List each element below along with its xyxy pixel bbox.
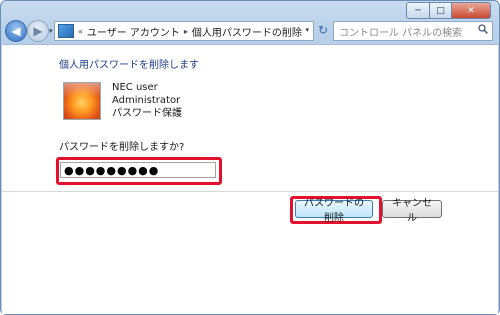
close-button[interactable]: ✕ [452, 2, 491, 19]
search-box[interactable]: コントロール パネルの検索 [333, 21, 493, 41]
caption-buttons: ─ □ ✕ [406, 2, 491, 19]
user-name: NEC user [112, 82, 158, 93]
breadcrumb-user-accounts[interactable]: ユーザー アカウント [87, 24, 180, 39]
page-title: 個人用パスワードを削除します [59, 60, 199, 71]
user-password-status: パスワード保護 [112, 108, 182, 119]
breadcrumb-remove-password[interactable]: 個人用パスワードの削除 [192, 24, 302, 39]
user-avatar [63, 82, 101, 120]
control-panel-window: ─ □ ✕ ◀ ▶ ▾ « ユーザー アカウント ▸ 個人用パスワードの削除 ▾… [0, 0, 500, 315]
forward-button[interactable]: ▶ [27, 20, 49, 42]
search-icon[interactable] [478, 24, 488, 34]
main-content: 個人用パスワードを削除します NEC user Administrator パス… [2, 44, 498, 314]
divider [2, 191, 498, 192]
title-bar: ─ □ ✕ [1, 1, 499, 21]
refresh-button[interactable]: ↻ [315, 22, 331, 38]
minimize-button[interactable]: ─ [406, 2, 430, 19]
recent-pages-dropdown-icon[interactable]: ▾ [49, 27, 53, 35]
back-arrow-icon: ◀ [11, 24, 21, 38]
cancel-button[interactable]: キャンセル [382, 198, 442, 224]
address-dropdown-icon[interactable]: ▾ [305, 26, 309, 34]
current-password-field[interactable]: ●●●●●●●●● [60, 162, 216, 178]
user-info: NEC user Administrator パスワード保護 [112, 81, 182, 120]
navigation-bar: ◀ ▶ ▾ « ユーザー アカウント ▸ 個人用パスワードの削除 ▾ ↻ コント… [1, 19, 499, 43]
remove-password-button[interactable]: パスワードの削除 [295, 198, 373, 224]
back-button[interactable]: ◀ [5, 20, 27, 42]
breadcrumb-chevron-icon[interactable]: ▸ [184, 27, 188, 36]
breadcrumb-overflow[interactable]: « [78, 27, 83, 36]
user-role: Administrator [112, 95, 181, 106]
maximize-button[interactable]: □ [430, 2, 452, 19]
control-panel-icon [58, 24, 74, 38]
refresh-icon: ↻ [317, 23, 329, 37]
search-input[interactable]: コントロール パネルの検索 [339, 24, 462, 39]
confirm-prompt: パスワードを削除しますか? [59, 142, 185, 153]
forward-arrow-icon: ▶ [33, 24, 43, 38]
address-bar[interactable]: « ユーザー アカウント ▸ 個人用パスワードの削除 ▾ [54, 21, 314, 41]
back-forward-group: ◀ ▶ ▾ [5, 20, 53, 42]
